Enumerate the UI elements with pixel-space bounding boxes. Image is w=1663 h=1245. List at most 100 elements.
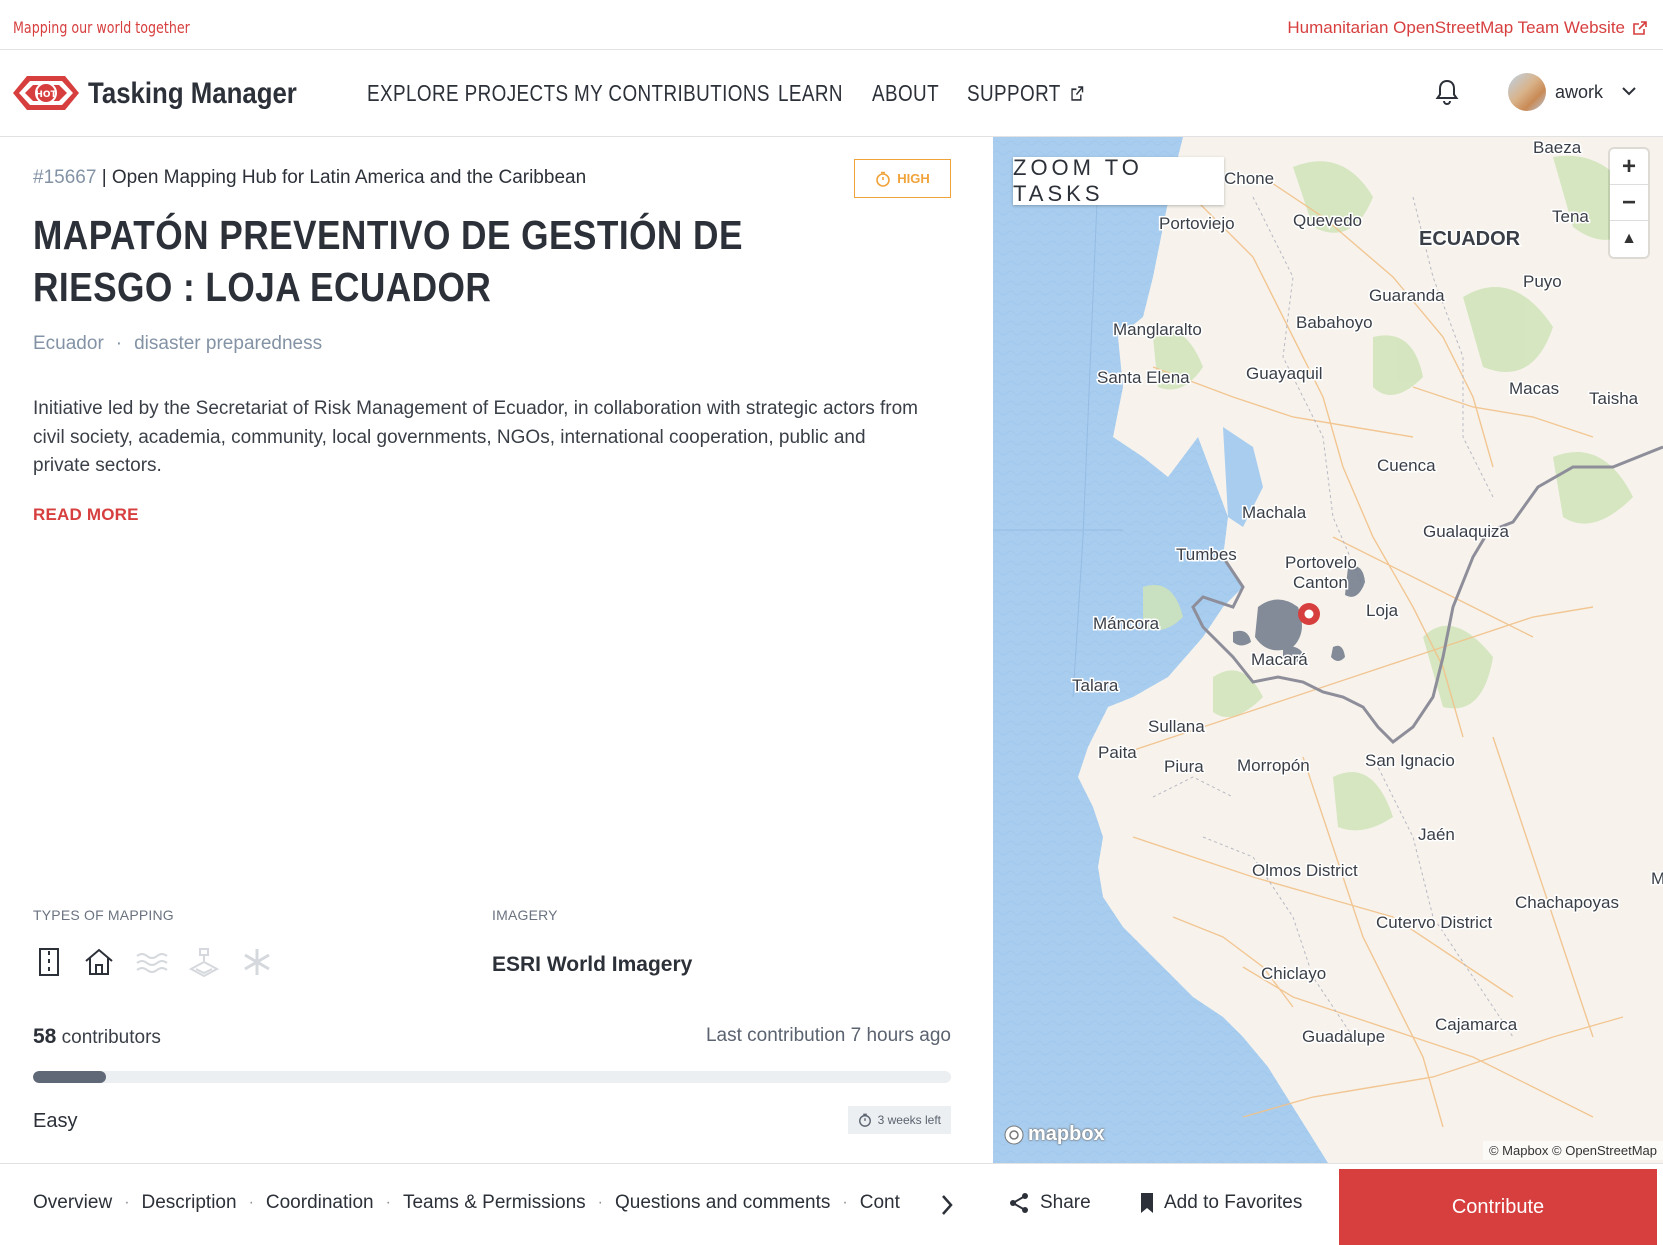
svg-text:Quevedo: Quevedo bbox=[1293, 211, 1362, 230]
chevron-down-icon[interactable] bbox=[1621, 83, 1637, 99]
svg-text:San Ignacio: San Ignacio bbox=[1365, 751, 1455, 770]
zoom-in-button[interactable]: + bbox=[1610, 149, 1648, 185]
nav-my-contributions[interactable]: MY CONTRIBUTIONS bbox=[574, 80, 770, 107]
nav-support-label: SUPPORT bbox=[967, 80, 1061, 106]
svg-text:Babahoyo: Babahoyo bbox=[1296, 313, 1373, 332]
tab-separator: · bbox=[597, 1194, 603, 1211]
priority-label: HIGH bbox=[897, 171, 930, 186]
tab-separator: · bbox=[842, 1194, 848, 1211]
stopwatch-icon bbox=[876, 171, 891, 187]
external-link-icon bbox=[1633, 21, 1647, 35]
contributors-label: contributors bbox=[56, 1027, 161, 1048]
read-more-link[interactable]: READ MORE bbox=[33, 505, 139, 525]
tab-questions-comments[interactable]: Questions and comments bbox=[615, 1192, 830, 1214]
svg-text:Cutervo District: Cutervo District bbox=[1376, 913, 1492, 932]
tab-separator: · bbox=[124, 1194, 130, 1211]
hot-website-link[interactable]: Humanitarian OpenStreetMap Team Website bbox=[1287, 18, 1647, 38]
project-title: MAPATÓN PREVENTIVO DE GESTIÓN DE RIESGO … bbox=[33, 212, 743, 310]
project-id[interactable]: #15667 bbox=[33, 167, 96, 188]
roads-icon bbox=[39, 948, 59, 976]
svg-text:Gualaquiza: Gualaquiza bbox=[1423, 522, 1510, 541]
svg-text:Cajamarca: Cajamarca bbox=[1435, 1015, 1518, 1034]
svg-text:Loja: Loja bbox=[1366, 601, 1399, 620]
project-organisation: | Open Mapping Hub for Latin America and… bbox=[101, 167, 587, 188]
svg-text:Guayaquil: Guayaquil bbox=[1246, 364, 1323, 383]
svg-text:Chiclayo: Chiclayo bbox=[1261, 964, 1326, 983]
svg-text:Guadalupe: Guadalupe bbox=[1302, 1027, 1385, 1046]
svg-text:Machala: Machala bbox=[1242, 503, 1307, 522]
tab-teams-permissions[interactable]: Teams & Permissions bbox=[403, 1192, 586, 1214]
imagery-value: ESRI World Imagery bbox=[492, 953, 693, 976]
svg-text:Tumbes: Tumbes bbox=[1176, 545, 1237, 564]
share-icon bbox=[1010, 1193, 1028, 1213]
project-tags: Ecuador · disaster preparedness bbox=[33, 333, 322, 355]
project-bottom-bar: Overview · Description · Coordination · … bbox=[0, 1163, 1663, 1245]
zoom-out-button[interactable]: − bbox=[1610, 185, 1648, 221]
tagline: Mapping our world together bbox=[13, 18, 190, 37]
imagery-label: IMAGERY bbox=[492, 907, 558, 923]
nav-about[interactable]: ABOUT bbox=[872, 80, 939, 107]
tab-contributions[interactable]: Cont bbox=[860, 1192, 900, 1214]
tag-campaign[interactable]: disaster preparedness bbox=[134, 333, 322, 355]
svg-text:Cuenca: Cuenca bbox=[1377, 456, 1436, 475]
svg-text:Manglaralto: Manglaralto bbox=[1113, 320, 1202, 339]
project-id-line: #15667 | Open Mapping Hub for Latin Amer… bbox=[33, 167, 586, 189]
landuse-icon bbox=[188, 948, 220, 978]
tab-separator: · bbox=[248, 1194, 254, 1211]
map-zoom-controls: + − ▲ bbox=[1610, 149, 1648, 257]
nav-explore-projects[interactable]: EXPLORE PROJECTS bbox=[367, 80, 569, 107]
svg-text:ECUADOR: ECUADOR bbox=[1419, 228, 1521, 250]
svg-text:Máncora: Máncora bbox=[1093, 614, 1160, 633]
svg-text:Sullana: Sullana bbox=[1148, 717, 1205, 736]
map-canvas[interactable]: Baeza Chone Portoviejo Quevedo Tena ECUA… bbox=[993, 137, 1663, 1163]
svg-text:Portovelo: Portovelo bbox=[1285, 553, 1357, 572]
svg-text:Talara: Talara bbox=[1072, 676, 1119, 695]
time-left-badge: 3 weeks left bbox=[847, 1106, 951, 1134]
project-map[interactable]: Baeza Chone Portoviejo Quevedo Tena ECUA… bbox=[993, 137, 1663, 1163]
tag-country[interactable]: Ecuador bbox=[33, 333, 104, 355]
favorites-label: Add to Favorites bbox=[1164, 1192, 1303, 1213]
project-details-panel: #15667 | Open Mapping Hub for Latin Amer… bbox=[0, 137, 993, 1163]
waterways-icon bbox=[136, 953, 168, 973]
section-tabs: Overview · Description · Coordination · … bbox=[33, 1192, 900, 1214]
tab-description[interactable]: Description bbox=[142, 1192, 237, 1214]
time-left-label: 3 weeks left bbox=[877, 1113, 941, 1127]
brand-title[interactable]: Tasking Manager bbox=[88, 77, 297, 111]
zoom-to-tasks-button[interactable]: ZOOM TO TASKS bbox=[1013, 155, 1224, 206]
contributors-count[interactable]: 58 contributors bbox=[33, 1025, 161, 1049]
svg-text:Morropón: Morropón bbox=[1237, 756, 1310, 775]
compass-button[interactable]: ▲ bbox=[1610, 221, 1648, 257]
tab-overview[interactable]: Overview bbox=[33, 1192, 112, 1214]
progress-bar[interactable] bbox=[33, 1071, 951, 1083]
mapbox-logo[interactable]: mapbox bbox=[1003, 1123, 1105, 1146]
contribute-button[interactable]: Contribute bbox=[1339, 1169, 1657, 1245]
tab-coordination[interactable]: Coordination bbox=[266, 1192, 374, 1214]
bookmark-icon bbox=[1141, 1193, 1153, 1213]
share-button[interactable]: Share bbox=[1008, 1192, 1091, 1214]
contributors-number: 58 bbox=[33, 1025, 57, 1048]
priority-badge: HIGH bbox=[854, 159, 951, 198]
mapbox-wordmark: mapbox bbox=[1028, 1123, 1105, 1145]
notifications-bell-icon[interactable] bbox=[1434, 78, 1460, 106]
svg-text:Chachapoyas: Chachapoyas bbox=[1515, 893, 1619, 912]
nav-learn[interactable]: LEARN bbox=[778, 80, 843, 107]
svg-text:Macas: Macas bbox=[1509, 379, 1559, 398]
external-link-icon bbox=[1071, 86, 1084, 101]
nav-support[interactable]: SUPPORT bbox=[967, 80, 1084, 107]
svg-text:Portoviejo: Portoviejo bbox=[1159, 214, 1235, 233]
add-to-favorites-button[interactable]: Add to Favorites bbox=[1140, 1192, 1302, 1214]
difficulty-level: Easy bbox=[33, 1110, 78, 1132]
username[interactable]: awork bbox=[1555, 82, 1603, 103]
progress-bar-fill bbox=[33, 1071, 107, 1083]
hot-logo[interactable]: HOT bbox=[13, 72, 79, 114]
main-navbar: HOT Tasking Manager EXPLORE PROJECTS MY … bbox=[0, 50, 1663, 137]
chevron-right-icon[interactable] bbox=[940, 1194, 954, 1216]
svg-text:HOT: HOT bbox=[35, 90, 57, 100]
other-icon bbox=[244, 949, 270, 975]
map-attribution[interactable]: © Mapbox © OpenStreetMap bbox=[1482, 1141, 1663, 1160]
svg-text:Chone: Chone bbox=[1224, 169, 1274, 188]
user-avatar[interactable] bbox=[1508, 73, 1546, 111]
mapbox-icon bbox=[1004, 1125, 1024, 1144]
svg-text:Jaén: Jaén bbox=[1418, 825, 1455, 844]
svg-text:Olmos District: Olmos District bbox=[1252, 861, 1358, 880]
